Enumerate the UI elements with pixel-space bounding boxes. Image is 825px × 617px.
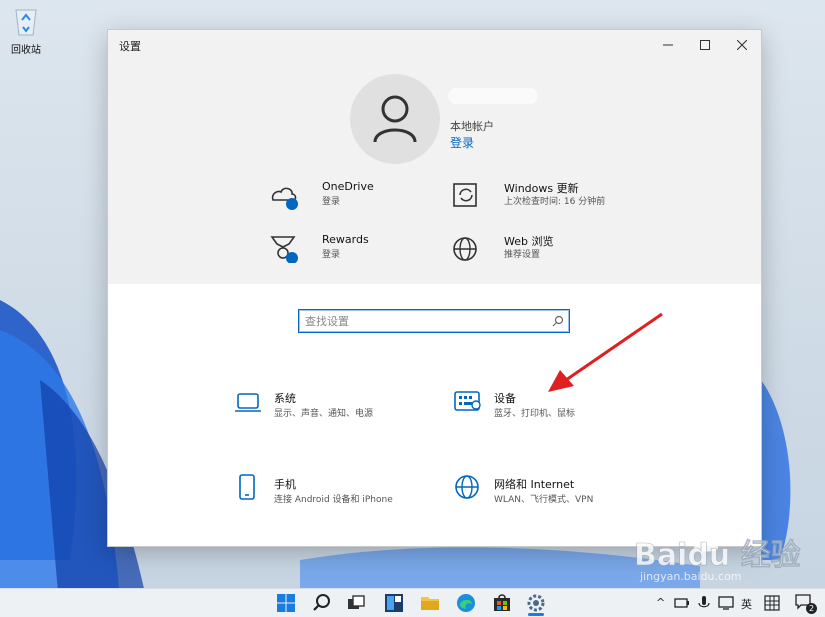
chevron-up-icon[interactable]: ^ — [656, 596, 665, 609]
svg-text:jingyan.baidu.com: jingyan.baidu.com — [639, 570, 742, 582]
taskbar: ^ 英 2 — [0, 588, 825, 617]
search-icon[interactable] — [312, 593, 332, 613]
start-windows-icon[interactable] — [276, 593, 296, 613]
notification-count-badge: 2 — [806, 603, 817, 614]
edge-browser-icon[interactable] — [456, 593, 476, 613]
file-explorer-icon[interactable] — [420, 593, 440, 613]
battery-icon[interactable] — [674, 595, 690, 611]
ime-indicator[interactable]: 英 — [741, 596, 752, 612]
store-icon[interactable] — [492, 593, 512, 613]
network-icon[interactable] — [718, 595, 734, 611]
task-view-icon[interactable] — [346, 593, 366, 613]
widgets-icon[interactable] — [384, 593, 404, 613]
baidu-jingyan-watermark: Baidu 经验 jingyan.baidu.com — [634, 527, 801, 582]
microphone-icon[interactable] — [696, 595, 712, 611]
annotation-arrow — [548, 312, 663, 392]
ime-grid-icon[interactable] — [764, 595, 780, 611]
svg-text:Baidu 经验: Baidu 经验 — [634, 538, 801, 573]
settings-gear-icon[interactable] — [526, 593, 546, 613]
